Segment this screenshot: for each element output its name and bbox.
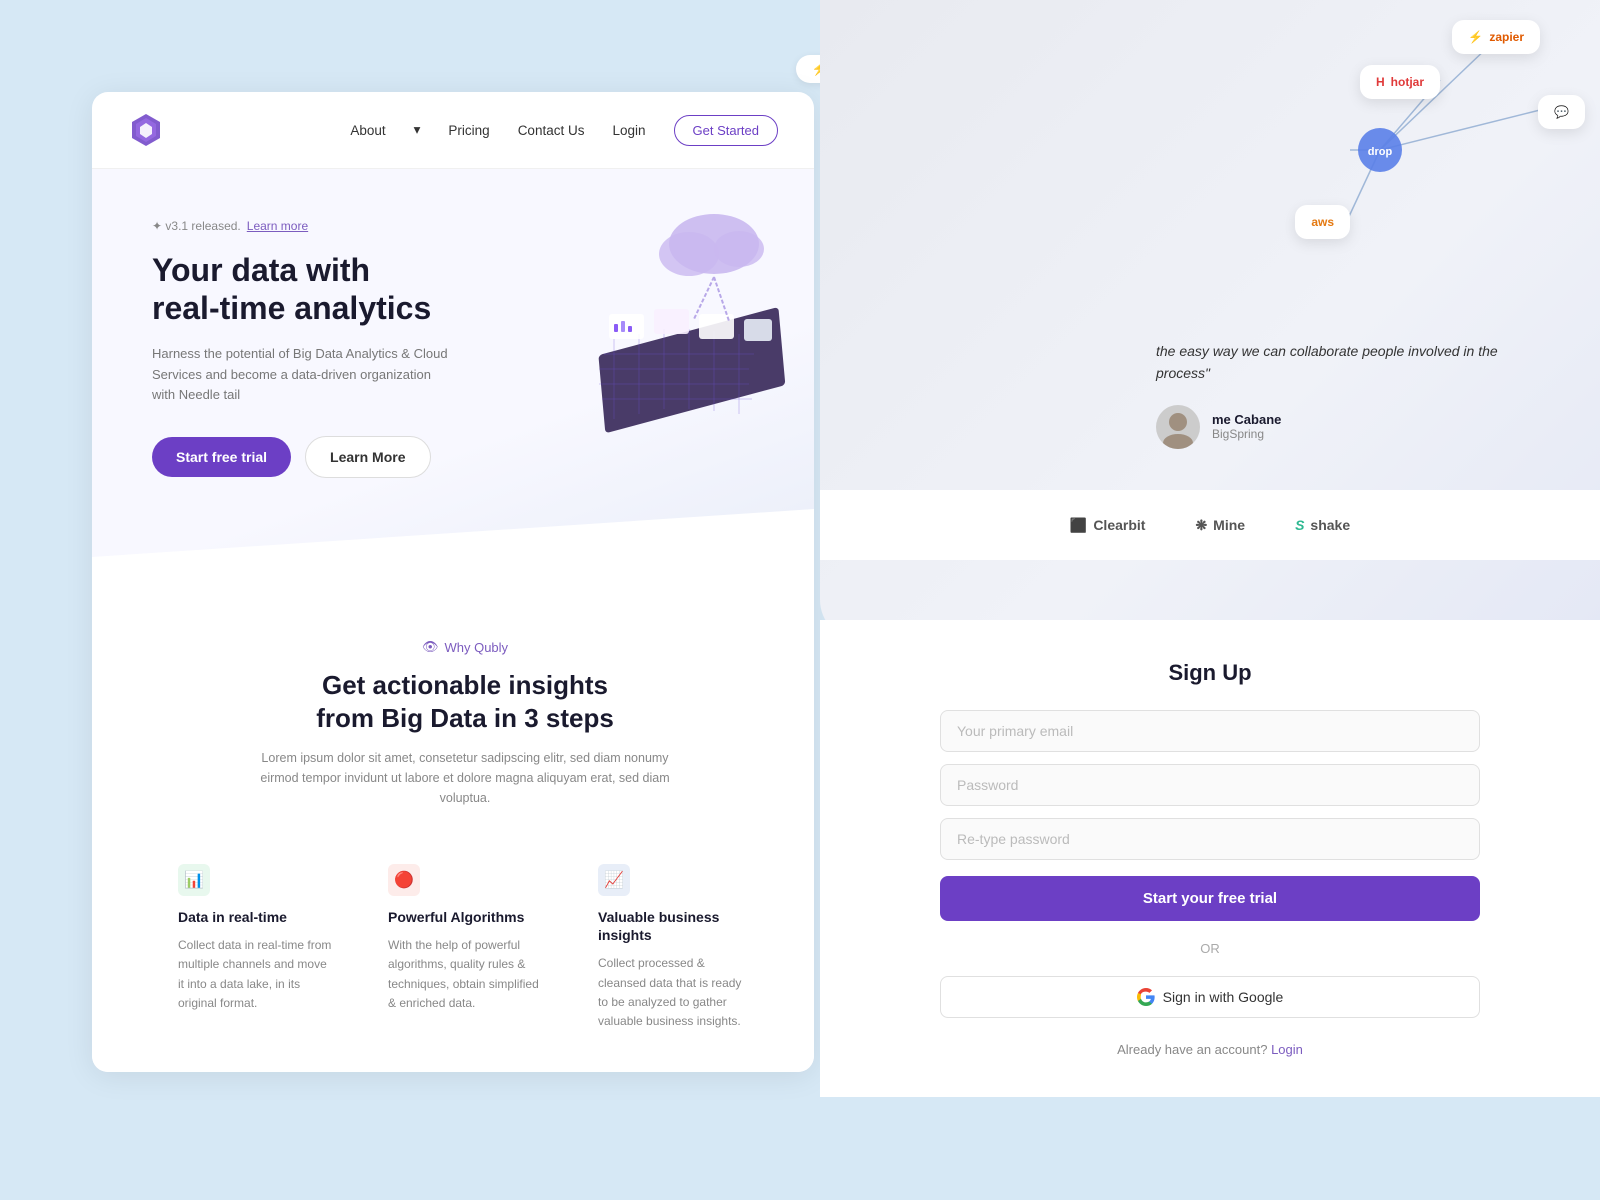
- signup-panel: Sign Up Start your free trial OR Sign in…: [820, 620, 1600, 1097]
- login-link[interactable]: Login: [1271, 1042, 1303, 1057]
- feature-card-1: 📊 Data in real-time Collect data in real…: [162, 848, 348, 1047]
- feature-desc-3: Collect processed & cleansed data that i…: [598, 954, 752, 1031]
- feature-icon-realtime: 📊: [178, 864, 210, 896]
- testimonial-author: me Cabane BigSpring: [1156, 405, 1544, 449]
- int-node-aws: aws: [1295, 205, 1350, 239]
- repassword-input[interactable]: [940, 818, 1480, 860]
- version-text: ✦ v3.1 released.: [152, 219, 241, 233]
- messenger-icon: 💬: [1554, 105, 1569, 119]
- author-name: me Cabane: [1212, 412, 1281, 427]
- google-signin-button[interactable]: Sign in with Google: [940, 976, 1480, 1018]
- testimonial-panel: the easy way we can collaborate people i…: [1120, 310, 1580, 479]
- hero-title: Your data with real-time analytics: [152, 251, 472, 328]
- author-avatar: [1156, 405, 1200, 449]
- feature-icon-insights: 📈: [598, 864, 630, 896]
- email-input[interactable]: [940, 710, 1480, 752]
- footer-snowflake: ❄: [152, 1047, 778, 1072]
- author-company: BigSpring: [1212, 427, 1281, 441]
- why-badge: 👁 Why Qubly: [152, 639, 778, 655]
- start-free-trial-signup-button[interactable]: Start your free trial: [940, 876, 1480, 921]
- password-input[interactable]: [940, 764, 1480, 806]
- hero-subtitle: Harness the potential of Big Data Analyt…: [152, 344, 452, 406]
- int-node-hotjar: H hotjar: [1360, 65, 1440, 99]
- why-section: 👁 Why Qubly Get actionable insights from…: [92, 589, 814, 1072]
- feature-card-3: 📈 Valuable business insights Collect pro…: [582, 848, 768, 1047]
- connector-lines-svg: drop: [1180, 10, 1580, 310]
- feature-title-2: Powerful Algorithms: [388, 908, 542, 926]
- nav-login[interactable]: Login: [612, 123, 645, 138]
- clearbit-icon: ⬛: [1070, 517, 1087, 534]
- shake-icon: S: [1295, 517, 1304, 533]
- logo-mine: ❋ Mine: [1195, 517, 1245, 534]
- section-subtitle: Lorem ipsum dolor sit amet, consetetur s…: [255, 748, 675, 808]
- nav-contact[interactable]: Contact Us: [518, 123, 585, 138]
- feature-desc-1: Collect data in real-time from multiple …: [178, 936, 332, 1013]
- logo-clearbit: ⬛ Clearbit: [1070, 517, 1146, 534]
- section-title: Get actionable insights from Big Data in…: [152, 669, 778, 734]
- learn-more-button[interactable]: Learn More: [305, 436, 430, 478]
- int-node-messenger: 💬: [1538, 95, 1585, 129]
- mine-icon: ❋: [1195, 517, 1207, 534]
- learn-more-link[interactable]: Learn more: [247, 219, 308, 233]
- feature-title-1: Data in real-time: [178, 908, 332, 926]
- feature-desc-2: With the help of powerful algorithms, qu…: [388, 936, 542, 1013]
- signup-form: Start your free trial OR Sign in with Go…: [940, 710, 1480, 1057]
- or-divider: OR: [940, 941, 1480, 956]
- nav-pricing[interactable]: Pricing: [448, 123, 489, 138]
- author-info: me Cabane BigSpring: [1212, 412, 1281, 441]
- hero-illustration: [544, 189, 814, 469]
- nav-links: About ▾ Pricing Contact Us Login Get Sta…: [350, 115, 778, 146]
- start-free-trial-button[interactable]: Start free trial: [152, 437, 291, 477]
- integration-nodes: drop ⚡ zapier H hotjar 💬 aws: [1200, 10, 1580, 290]
- svg-text:drop: drop: [1368, 146, 1393, 158]
- get-started-button[interactable]: Get Started: [674, 115, 778, 146]
- feature-card-2: 🔴 Powerful Algorithms With the help of p…: [372, 848, 558, 1047]
- about-chevron-icon: ▾: [414, 122, 421, 138]
- zapier-icon: ⚡: [1468, 30, 1483, 44]
- already-have-account: Already have an account? Login: [940, 1042, 1480, 1057]
- navbar: About ▾ Pricing Contact Us Login Get Sta…: [92, 92, 814, 169]
- features-row: 📊 Data in real-time Collect data in real…: [152, 848, 778, 1047]
- hero-section: ✦ v3.1 released. Learn more Your data wi…: [92, 169, 814, 589]
- google-icon: [1137, 988, 1155, 1006]
- logo[interactable]: [128, 112, 164, 148]
- feature-title-3: Valuable business insights: [598, 908, 752, 944]
- testimonial-text: the easy way we can collaborate people i…: [1156, 340, 1544, 385]
- aws-icon: aws: [1311, 215, 1334, 229]
- hotjar-icon: H: [1376, 75, 1385, 89]
- nav-about[interactable]: About: [350, 123, 385, 138]
- signup-title: Sign Up: [940, 660, 1480, 686]
- eye-icon: 👁: [422, 639, 439, 655]
- logo-shake: S shake: [1295, 517, 1350, 533]
- feature-icon-algorithms: 🔴: [388, 864, 420, 896]
- main-content-card: About ▾ Pricing Contact Us Login Get Sta…: [92, 92, 814, 1072]
- int-node-zapier: ⚡ zapier: [1452, 20, 1540, 54]
- logos-bar: ⬛ Clearbit ❋ Mine S shake: [820, 490, 1600, 560]
- diagonal-separator: [92, 509, 814, 589]
